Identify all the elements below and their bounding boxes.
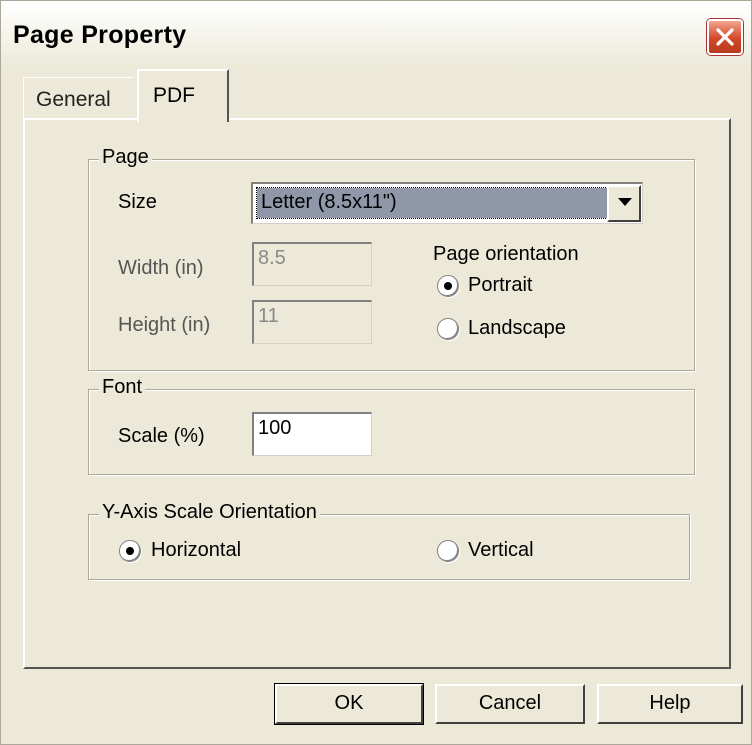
width-value: 8.5	[258, 247, 286, 269]
tab-general[interactable]: General	[23, 77, 133, 119]
window-title: Page Property	[13, 21, 187, 49]
size-select-value: Letter (8.5x11")	[256, 187, 608, 219]
cancel-button[interactable]: Cancel	[435, 684, 585, 724]
portrait-label[interactable]: Portrait	[468, 274, 532, 297]
scale-input[interactable]: 100	[252, 412, 372, 456]
tab-general-label: General	[36, 88, 111, 111]
yaxis-group-legend: Y-Axis Scale Orientation	[99, 501, 320, 524]
size-select[interactable]: Letter (8.5x11")	[251, 182, 643, 224]
size-label: Size	[118, 191, 157, 213]
width-label: Width (in)	[118, 257, 204, 279]
height-value: 11	[258, 305, 279, 327]
vertical-radio[interactable]	[437, 540, 459, 562]
tab-pdf[interactable]: PDF	[137, 69, 229, 122]
chevron-down-icon	[618, 198, 632, 206]
landscape-radio[interactable]	[437, 318, 459, 340]
page-orientation-label: Page orientation	[433, 243, 579, 265]
height-field[interactable]: 11	[252, 300, 372, 344]
width-field[interactable]: 8.5	[252, 242, 372, 286]
scale-label: Scale (%)	[118, 425, 205, 447]
height-label: Height (in)	[118, 314, 211, 336]
page-group-legend: Page	[99, 146, 152, 169]
ok-button[interactable]: OK	[274, 683, 424, 725]
tab-pdf-label: PDF	[153, 84, 195, 107]
close-button[interactable]	[707, 19, 743, 55]
close-icon	[716, 28, 734, 46]
size-dropdown-button[interactable]	[607, 185, 641, 222]
vertical-label[interactable]: Vertical	[468, 539, 534, 562]
page-property-dialog: Page Property General PDF Page Size Lett…	[0, 0, 752, 745]
font-group-legend: Font	[99, 376, 146, 399]
horizontal-radio[interactable]	[119, 540, 141, 562]
title-bar[interactable]: Page Property	[1, 1, 751, 69]
horizontal-label[interactable]: Horizontal	[151, 539, 241, 562]
portrait-radio[interactable]	[437, 275, 459, 297]
scale-value: 100	[258, 417, 292, 439]
radio-selected-dot	[444, 282, 452, 290]
radio-selected-dot	[126, 547, 134, 555]
help-button[interactable]: Help	[597, 684, 743, 724]
landscape-label[interactable]: Landscape	[468, 317, 566, 340]
